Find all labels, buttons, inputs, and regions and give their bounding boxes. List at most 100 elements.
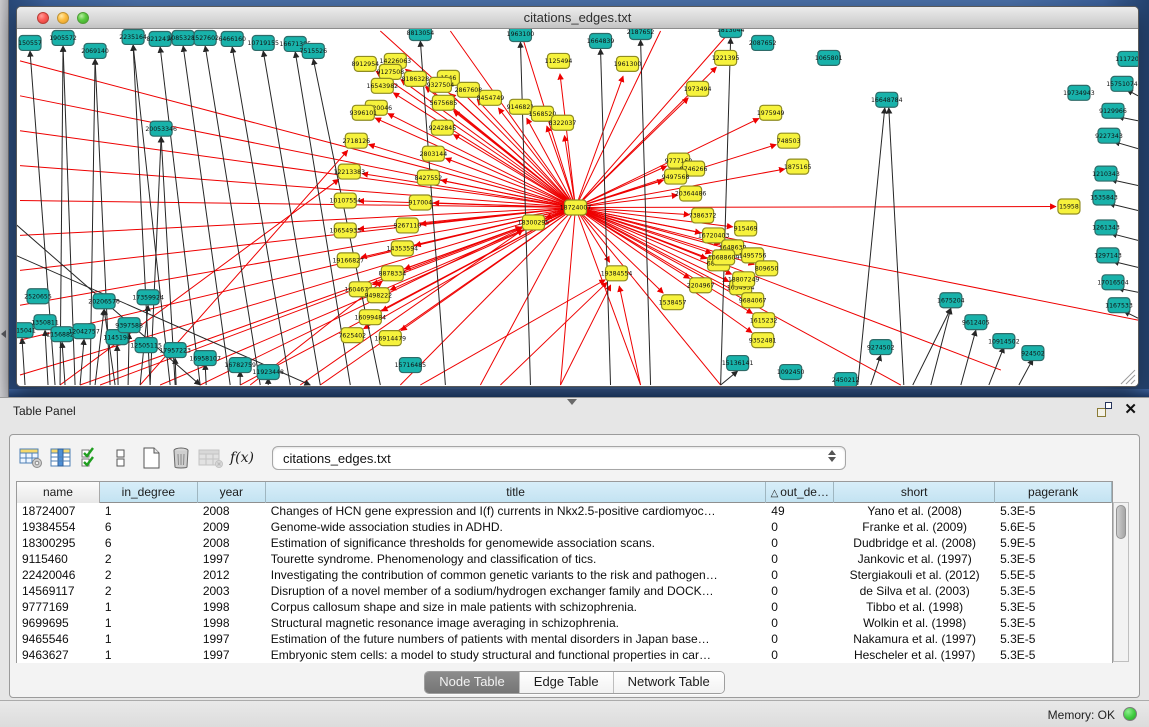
- citation-edge-red[interactable]: [575, 166, 666, 207]
- delete-table-icon[interactable]: [166, 444, 196, 472]
- graph-node[interactable]: 9498222: [365, 288, 393, 303]
- graph-node[interactable]: 9129966: [1099, 103, 1127, 118]
- graph-node[interactable]: 16958107: [189, 351, 221, 366]
- graph-node[interactable]: 1125494: [545, 53, 573, 68]
- graph-node[interactable]: 9684067: [739, 293, 767, 308]
- graph-node[interactable]: 16099484: [355, 310, 387, 325]
- graph-node[interactable]: 9497568: [662, 169, 690, 184]
- graph-node[interactable]: 20206576: [88, 294, 120, 309]
- graph-node[interactable]: 15751074: [1106, 76, 1138, 91]
- graph-node[interactable]: 8912954: [352, 56, 380, 71]
- graph-node[interactable]: 1117204: [1115, 51, 1138, 66]
- graph-node[interactable]: 18300295: [518, 215, 550, 230]
- graph-node[interactable]: 11923448: [252, 365, 284, 380]
- graph-node[interactable]: 17957223: [159, 343, 191, 358]
- graph-node[interactable]: 9352481: [749, 333, 777, 348]
- table-row[interactable]: 969969511998Structural magnetic resonanc…: [17, 615, 1112, 631]
- graph-node[interactable]: 8878334: [379, 266, 407, 281]
- column-header-name[interactable]: name: [17, 482, 100, 503]
- citation-edge-red[interactable]: [20, 96, 575, 208]
- citation-edge-red[interactable]: [575, 208, 1000, 371]
- graph-node[interactable]: 1065801: [815, 50, 843, 65]
- citation-edge-black[interactable]: [913, 308, 951, 385]
- graph-node[interactable]: 18724007: [560, 200, 592, 215]
- graph-node[interactable]: 17016504: [1097, 275, 1129, 290]
- graph-node[interactable]: 12042757: [68, 324, 100, 339]
- graph-node[interactable]: 8427552: [415, 170, 443, 185]
- function-builder-icon[interactable]: f(x): [230, 450, 254, 466]
- graph-node[interactable]: 8813054: [407, 29, 435, 40]
- graph-node[interactable]: 5675685: [430, 95, 458, 110]
- graph-node[interactable]: 1975949: [757, 105, 785, 120]
- tab-network-table[interactable]: Network Table: [614, 672, 724, 693]
- graph-node[interactable]: 16782759: [224, 358, 256, 373]
- graph-node[interactable]: 9327504: [427, 77, 455, 92]
- select-rows-icon[interactable]: [76, 444, 106, 472]
- graph-node[interactable]: 7625402: [338, 328, 366, 343]
- graph-node[interactable]: 2718126: [342, 133, 370, 148]
- graph-node[interactable]: 15716485: [395, 358, 427, 373]
- graph-node[interactable]: 9397588: [115, 318, 143, 333]
- graph-node[interactable]: 1261343: [1092, 220, 1120, 235]
- graph-node[interactable]: 2087652: [749, 35, 777, 50]
- resize-grip-icon[interactable]: [1126, 375, 1135, 384]
- citation-edge-black[interactable]: [961, 330, 976, 385]
- graph-node[interactable]: 12213383: [334, 164, 366, 179]
- table-row[interactable]: 1872400712008Changes of HCN gene express…: [17, 503, 1112, 519]
- float-panel-icon[interactable]: [1097, 402, 1112, 417]
- graph-node[interactable]: 18807249: [728, 272, 760, 287]
- graph-node[interactable]: 9396101: [350, 105, 378, 120]
- citation-network-graph[interactable]: 1505571905572206914022351648212416108532…: [17, 29, 1138, 386]
- citation-edge-black[interactable]: [931, 308, 951, 385]
- graph-node[interactable]: 1221395: [712, 50, 740, 65]
- table-row[interactable]: 1938455462009Genome-wide association stu…: [17, 519, 1112, 535]
- graph-node[interactable]: 1961300: [614, 56, 642, 71]
- graph-node[interactable]: 1527602: [191, 30, 219, 45]
- citation-edge-black[interactable]: [80, 339, 84, 385]
- graph-node[interactable]: 17359924: [132, 290, 164, 305]
- citation-edge-black[interactable]: [62, 342, 65, 385]
- tab-edge-table[interactable]: Edge Table: [520, 672, 614, 693]
- graph-node[interactable]: 19384554: [601, 266, 633, 281]
- graph-node[interactable]: 9127508: [377, 64, 405, 79]
- select-columns-icon[interactable]: [46, 444, 76, 472]
- graph-node[interactable]: 150557: [18, 35, 42, 50]
- graph-node[interactable]: 16648784: [871, 92, 903, 107]
- citation-edge-black[interactable]: [721, 371, 738, 385]
- graph-node[interactable]: 8186328: [402, 71, 430, 86]
- graph-node[interactable]: 8454749: [477, 90, 505, 105]
- citation-edge-black[interactable]: [871, 355, 881, 385]
- table-row[interactable]: 1456911722003Disruption of a novel membe…: [17, 583, 1112, 599]
- citation-edge-red[interactable]: [20, 208, 575, 306]
- graph-node[interactable]: 1875165: [784, 159, 812, 174]
- graph-node[interactable]: 1664839: [587, 33, 615, 48]
- graph-node[interactable]: 1905572: [49, 30, 77, 45]
- graph-node[interactable]: 1210343: [1092, 166, 1120, 181]
- table-row[interactable]: 946554611997Estimation of the future num…: [17, 631, 1112, 647]
- graph-node[interactable]: 8322037: [549, 115, 577, 130]
- citation-edge-red[interactable]: [500, 282, 607, 385]
- graph-node[interactable]: 6466160: [218, 31, 246, 46]
- graph-node[interactable]: 15958: [1058, 199, 1080, 214]
- table-row[interactable]: 2242004622012Investigating the contribut…: [17, 567, 1112, 583]
- graph-node[interactable]: 915469: [734, 221, 758, 236]
- table-settings-icon[interactable]: [16, 444, 46, 472]
- graph-node[interactable]: 1615232: [750, 313, 778, 328]
- table-vertical-scrollbar[interactable]: [1113, 502, 1129, 662]
- graph-node[interactable]: 10688609: [708, 250, 740, 265]
- graph-node[interactable]: 1167533: [1105, 298, 1133, 313]
- citation-edge-red[interactable]: [575, 207, 1055, 208]
- graph-node[interactable]: 16543982: [367, 78, 399, 93]
- graph-node[interactable]: 14353594: [387, 241, 419, 256]
- splitter-grip-icon[interactable]: [567, 399, 577, 405]
- column-header-pagerank[interactable]: pagerank: [995, 482, 1112, 503]
- scrollbar-thumb[interactable]: [1116, 505, 1126, 539]
- graph-node[interactable]: 2520655: [24, 289, 52, 304]
- graph-node[interactable]: 1297143: [1094, 248, 1122, 263]
- column-header-short[interactable]: short: [834, 482, 995, 503]
- citation-edge-black[interactable]: [721, 38, 731, 385]
- table-row[interactable]: 911546021997Tourette syndrome. Phenomeno…: [17, 551, 1112, 567]
- graph-node[interactable]: 9227343: [1095, 128, 1123, 143]
- graph-node[interactable]: 1092450: [777, 365, 805, 380]
- graph-node[interactable]: 20364486: [675, 186, 707, 201]
